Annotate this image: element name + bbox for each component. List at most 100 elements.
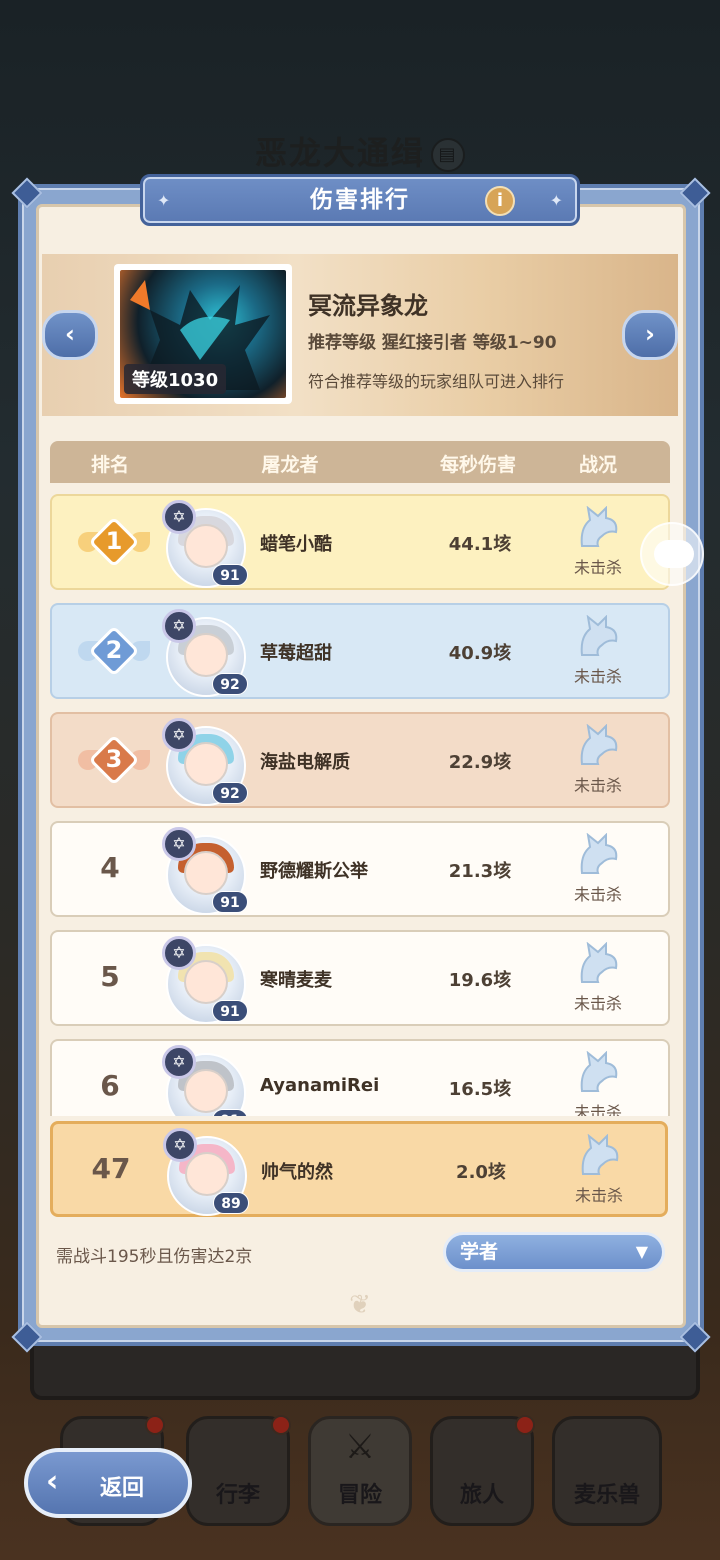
player-name: 草莓超甜 <box>260 643 332 664</box>
ornament-icon: ❦ <box>349 1290 371 1320</box>
player-dps: 19.6垓 <box>448 970 512 991</box>
dragon-head-icon <box>580 724 618 765</box>
kill-status: 未击杀 <box>573 1103 622 1116</box>
dragon-artwork: 等级1030 <box>120 270 286 398</box>
gold-medal-icon: 1 <box>78 512 150 572</box>
crossed-swords-icon: ⚔ <box>344 1427 376 1467</box>
class-filter-dropdown[interactable]: 学者 ▼ <box>443 1232 665 1272</box>
bronze-medal-icon: 3 <box>78 730 150 790</box>
player-level: 92 <box>212 673 248 695</box>
my-ranking-row[interactable]: 47 ✡ 89 帅气的然 2.0垓 未击杀 <box>50 1121 668 1217</box>
player-avatar[interactable]: ✡ 91 <box>162 827 250 915</box>
ranking-row[interactable]: 1 ✡ 91 蜡笔小酷 44.1垓 未击杀 <box>50 494 670 590</box>
rank-number: 2 <box>105 636 123 664</box>
avatar-face <box>184 524 228 568</box>
tab-adventure[interactable]: ⚔ 冒险 <box>308 1416 412 1526</box>
rank-number: 4 <box>100 851 120 884</box>
boss-portrait[interactable]: 等级1030 <box>114 264 292 404</box>
boss-header: 等级1030 冥流异象龙 推荐等级 猩红接引者 等级1~90 符合推荐等级的玩家… <box>42 254 678 416</box>
tab-label: 行李 <box>215 1483 260 1508</box>
player-dps: 21.3垓 <box>448 861 512 882</box>
player-level: 91 <box>212 891 248 913</box>
info-icon[interactable]: i <box>485 186 515 216</box>
player-avatar[interactable]: ✡ 91 <box>162 1045 250 1116</box>
dragon-head-icon <box>580 615 618 656</box>
class-emblem-icon: ✡ <box>162 500 196 534</box>
rank-number: 5 <box>100 960 120 993</box>
rank-number: 6 <box>100 1069 120 1102</box>
ranking-table-header: 排名 屠龙者 每秒伤害 战况 <box>50 441 670 483</box>
avatar-face <box>184 960 228 1004</box>
ranking-row[interactable]: 4 ✡ 91 野德耀斯公举 21.3垓 未击杀 <box>50 821 670 917</box>
ranking-row[interactable]: 5 ✡ 91 寒晴麦麦 19.6垓 未击杀 <box>50 930 670 1026</box>
silver-medal-icon: 2 <box>78 621 150 681</box>
ranking-row[interactable]: 6 ✡ 91 AyanamiRei 16.5垓 未击杀 <box>50 1039 670 1116</box>
next-boss-button[interactable]: › <box>622 310 678 360</box>
player-level: 91 <box>212 564 248 586</box>
rank-number: 3 <box>105 745 123 773</box>
tab-label: 旅人 <box>459 1483 504 1508</box>
chat-button[interactable] <box>640 522 704 586</box>
dropdown-value: 学者 <box>460 1241 499 1263</box>
boss-level-badge: 等级1030 <box>124 364 227 394</box>
back-button[interactable]: ‹ 返回 <box>24 1448 192 1518</box>
player-avatar[interactable]: ✡ 91 <box>162 936 250 1024</box>
player-avatar[interactable]: ✡ 92 <box>162 609 250 697</box>
kill-status: 未击杀 <box>573 776 622 795</box>
player-name: 寒晴麦麦 <box>260 970 332 991</box>
class-emblem-icon: ✡ <box>162 609 196 643</box>
tab-traveler[interactable]: 旅人 <box>430 1415 535 1526</box>
tab-bag[interactable]: 行李 <box>186 1415 291 1526</box>
kill-status: 未击杀 <box>573 667 622 686</box>
class-emblem-icon: ✡ <box>162 1045 196 1079</box>
star-icon: ✦ <box>549 191 563 210</box>
notification-dot <box>145 1415 165 1435</box>
event-title-text: 恶龙大通缉 <box>254 134 425 172</box>
player-dps: 40.9垓 <box>448 643 512 664</box>
kill-status: 未击杀 <box>574 1186 623 1205</box>
rank-number: 1 <box>105 527 123 555</box>
event-title: 恶龙大通缉 ▤ <box>0 128 720 174</box>
player-dps: 44.1垓 <box>448 534 512 555</box>
dragon-head-icon <box>580 942 618 983</box>
player-name: 野德耀斯公举 <box>260 861 368 882</box>
player-avatar[interactable]: ✡ 91 <box>162 500 250 588</box>
tab-pets[interactable]: 麦乐兽 <box>552 1416 662 1526</box>
dragon-head-icon <box>581 1134 619 1175</box>
kill-status: 未击杀 <box>573 885 622 904</box>
frame-corner <box>679 177 711 209</box>
prev-boss-button[interactable]: ‹ <box>42 310 98 360</box>
player-level: 91 <box>212 1109 248 1116</box>
boss-name: 冥流异象龙 <box>308 292 428 320</box>
ranking-requirement: 需战斗195秒且伤害达2京 <box>56 1247 253 1267</box>
header-status: 战况 <box>578 454 617 476</box>
player-avatar[interactable]: ✡ 92 <box>162 718 250 806</box>
player-name: 海盐电解质 <box>260 752 350 773</box>
chevron-right-icon: › <box>645 320 655 348</box>
class-emblem-icon: ✡ <box>162 936 196 970</box>
kill-status: 未击杀 <box>573 558 622 577</box>
dragon-head-icon <box>580 506 618 547</box>
player-level: 92 <box>212 782 248 804</box>
star-icon: ✦ <box>157 191 171 210</box>
tab-label: 麦乐兽 <box>573 1483 640 1508</box>
caret-down-icon: ▼ <box>635 1242 648 1261</box>
boss-note: 符合推荐等级的玩家组队可进入排行 <box>308 372 565 391</box>
book-icon: ▤ <box>431 138 465 172</box>
avatar-face <box>184 851 228 895</box>
player-avatar[interactable]: ✡ 89 <box>163 1128 251 1216</box>
player-level: 91 <box>212 1000 248 1022</box>
class-emblem-icon: ✡ <box>162 827 196 861</box>
back-label: 返回 <box>100 1476 145 1501</box>
header-player: 屠龙者 <box>261 454 319 476</box>
avatar-face <box>184 742 228 786</box>
ranking-row[interactable]: 2 ✡ 92 草莓超甜 40.9垓 未击杀 <box>50 603 670 699</box>
header-dps: 每秒伤害 <box>439 454 516 476</box>
notification-dot <box>515 1415 535 1435</box>
tab-label: 冒险 <box>337 1483 382 1508</box>
dragon-head-icon <box>580 833 618 874</box>
avatar-face <box>184 633 228 677</box>
chat-icon <box>654 540 694 568</box>
ranking-row[interactable]: 3 ✡ 92 海盐电解质 22.9垓 未击杀 <box>50 712 670 808</box>
ranking-list[interactable]: 1 ✡ 91 蜡笔小酷 44.1垓 未击杀 2 ✡ 92 草莓超甜 40.9垓 <box>50 490 672 1116</box>
